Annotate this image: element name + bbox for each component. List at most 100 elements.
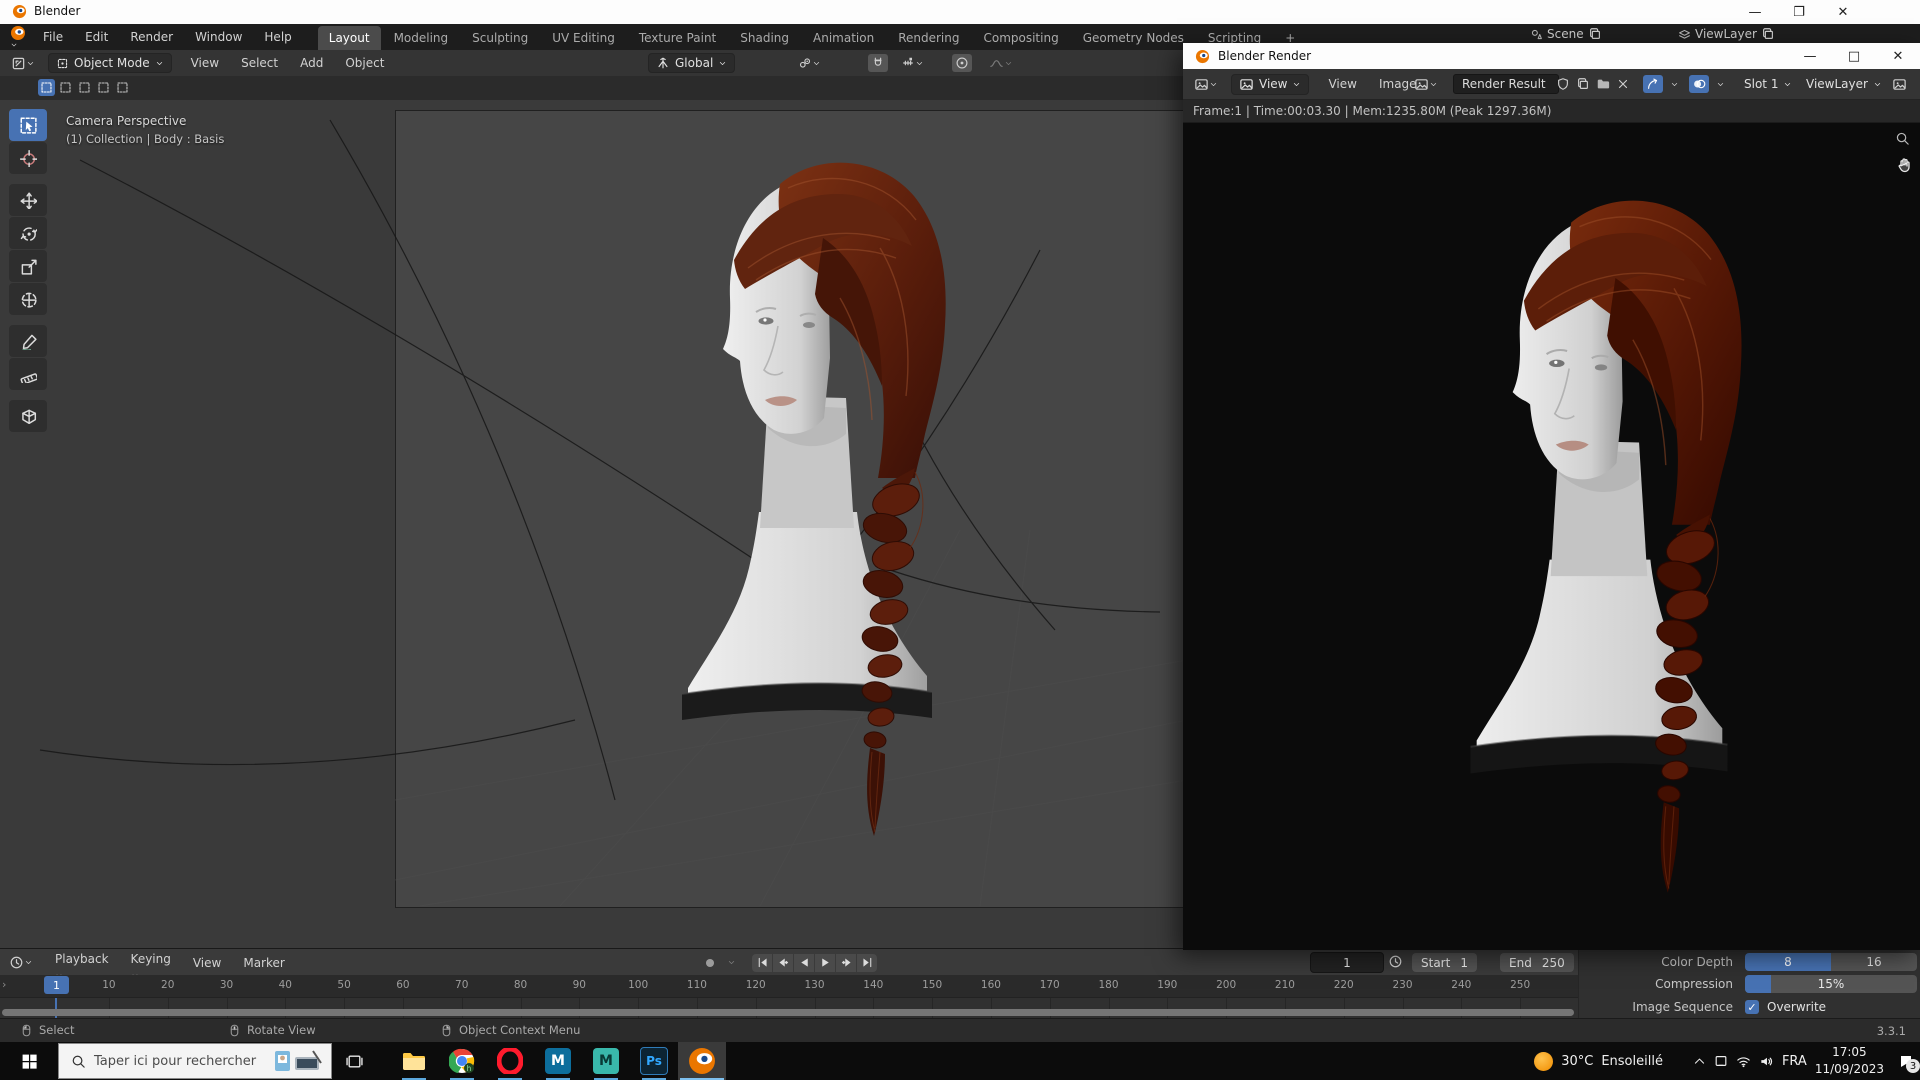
language-indicator[interactable]: FRA (1782, 1054, 1807, 1069)
overlays-dropdown[interactable] (1713, 78, 1728, 91)
image-browse-dropdown[interactable] (1411, 75, 1441, 94)
render-maximize-button[interactable]: □ (1832, 43, 1876, 69)
snapping-dropdown[interactable] (898, 54, 927, 72)
proportional-editing-toggle[interactable] (952, 54, 972, 72)
menubar-window[interactable]: Window (184, 24, 253, 50)
select-mode-extend[interactable] (57, 79, 74, 96)
viewport-menu-add[interactable]: Add (289, 50, 334, 76)
pan-hand-gizmo-icon[interactable] (1896, 157, 1912, 173)
auto-keying-toggle[interactable] (700, 954, 720, 972)
frame-end-field[interactable]: End 250 (1500, 953, 1574, 972)
viewlayer-selector[interactable]: ViewLayer (1678, 27, 1775, 41)
tool-move[interactable] (9, 184, 47, 216)
gizmos-toggle[interactable] (1643, 75, 1663, 93)
tool-scale[interactable] (9, 250, 47, 282)
workspace-tab-geometry-nodes[interactable]: Geometry Nodes (1072, 26, 1195, 50)
tool-annotate[interactable] (9, 325, 47, 357)
model-head-viewport[interactable] (628, 128, 988, 848)
render-slot-dropdown[interactable]: Slot 1 (1737, 75, 1799, 93)
tool-select-box[interactable] (9, 109, 47, 141)
workspace-tab-layout[interactable]: Layout (317, 26, 381, 50)
workspace-tab-shading[interactable]: Shading (729, 26, 800, 50)
main-restore-button[interactable]: ❐ (1777, 0, 1821, 24)
taskbar-app-maya-teal[interactable]: M (582, 1042, 630, 1080)
frame-start-field[interactable]: Start 1 (1412, 953, 1477, 972)
timeline-menu-view[interactable]: View (182, 950, 232, 976)
editor-type-image-editor-button[interactable] (1191, 75, 1221, 94)
render-close-button[interactable]: ✕ (1876, 43, 1920, 69)
speaker-icon[interactable] (1759, 1054, 1774, 1069)
render-result-image[interactable] (1183, 123, 1920, 950)
menubar-edit[interactable]: Edit (74, 24, 119, 50)
main-minimize-button[interactable]: — (1733, 0, 1777, 24)
snapping-toggle[interactable] (868, 54, 888, 72)
tool-measure[interactable] (9, 358, 47, 390)
taskbar-app-blender[interactable] (678, 1042, 726, 1080)
menubar-render[interactable]: Render (119, 24, 184, 50)
workspace-tab-sculpting[interactable]: Sculpting (461, 26, 539, 50)
keying-set-dropdown[interactable] (724, 956, 739, 969)
tray-display-icon[interactable] (1714, 1054, 1728, 1068)
workspace-tab-compositing[interactable]: Compositing (972, 26, 1069, 50)
wifi-icon[interactable] (1736, 1054, 1751, 1069)
task-view-button[interactable] (332, 1042, 376, 1080)
blender-menu-logo-icon[interactable] (10, 25, 26, 49)
timeline-ruler[interactable]: › 10 20 30 40 50 60 70 80 90 100 110 120 130 140 150 16… (0, 975, 1578, 997)
compression-slider[interactable]: 15% (1745, 975, 1917, 993)
proportional-falloff-dropdown[interactable] (986, 54, 1016, 73)
overlays-toggle[interactable] (1689, 75, 1709, 93)
timeline-scrollbar[interactable] (2, 1009, 1574, 1016)
viewport-menu-view[interactable]: View (180, 50, 230, 76)
menubar-file[interactable]: File (32, 24, 74, 50)
editor-type-timeline-button[interactable] (6, 953, 36, 972)
main-close-button[interactable]: ✕ (1821, 0, 1865, 24)
fake-user-shield-icon[interactable] (1553, 75, 1573, 93)
display-mode-dropdown[interactable]: View (1231, 73, 1310, 95)
gizmos-dropdown[interactable] (1667, 78, 1682, 91)
notification-center-button[interactable]: 3 (1898, 1053, 1920, 1073)
scene-selector[interactable]: Scene (1530, 27, 1602, 41)
viewport-menu-select[interactable]: Select (230, 50, 289, 76)
tool-add-cube[interactable] (9, 400, 47, 432)
timeline-menu-marker[interactable]: Marker (232, 950, 295, 976)
object-mode-dropdown[interactable]: Object Mode (48, 53, 172, 73)
workspace-tab-texture-paint[interactable]: Texture Paint (628, 26, 727, 50)
select-mode-intersect[interactable] (114, 79, 131, 96)
tray-expand-icon[interactable] (1693, 1055, 1706, 1068)
pivot-point-dropdown[interactable] (795, 54, 824, 72)
workspace-tab-animation[interactable]: Animation (802, 26, 885, 50)
image-name-field[interactable]: Render Result (1453, 74, 1559, 94)
taskbar-weather[interactable]: 30°C Ensoleillé (1534, 1051, 1663, 1071)
color-depth-16-button[interactable]: 16 (1831, 953, 1917, 971)
select-mode-invert[interactable] (95, 79, 112, 96)
menubar-help[interactable]: Help (253, 24, 302, 50)
use-preview-range-icon[interactable] (1388, 954, 1403, 969)
timeline-expand-arrow[interactable]: › (2, 978, 6, 991)
timeline-track[interactable] (0, 997, 1578, 1019)
editor-type-3d-viewport-button[interactable] (8, 54, 38, 73)
taskbar-app-chrome[interactable]: h (438, 1042, 486, 1080)
workspace-tab-uv-editing[interactable]: UV Editing (541, 26, 626, 50)
viewport-menu-object[interactable]: Object (334, 50, 395, 76)
new-image-copy-icon[interactable] (1573, 75, 1593, 93)
jump-to-start-button[interactable] (752, 953, 772, 972)
render-minimize-button[interactable]: — (1788, 43, 1832, 69)
render-viewlayer-dropdown[interactable]: ViewLayer (1799, 75, 1889, 93)
play-reverse-button[interactable] (794, 953, 814, 972)
color-depth-8-button[interactable]: 8 (1745, 953, 1831, 971)
transform-orientation-dropdown[interactable]: Global (648, 53, 736, 73)
select-mode-set[interactable] (38, 79, 55, 96)
render-menu-view[interactable]: View (1317, 71, 1367, 97)
taskbar-app-opera[interactable] (486, 1042, 534, 1080)
tool-transform[interactable] (9, 283, 47, 315)
tool-rotate[interactable] (9, 217, 47, 249)
previous-keyframe-button[interactable] (773, 953, 793, 972)
taskbar-app-maya-blue[interactable]: M (534, 1042, 582, 1080)
unlink-image-icon[interactable] (1613, 75, 1633, 93)
zoom-gizmo-icon[interactable] (1895, 131, 1910, 146)
current-frame-marker[interactable]: 1 (44, 976, 69, 994)
start-button[interactable] (0, 1042, 58, 1080)
jump-to-end-button[interactable] (857, 953, 877, 972)
workspace-tab-rendering[interactable]: Rendering (887, 26, 970, 50)
overwrite-checkbox[interactable]: ✓ (1745, 1000, 1759, 1014)
